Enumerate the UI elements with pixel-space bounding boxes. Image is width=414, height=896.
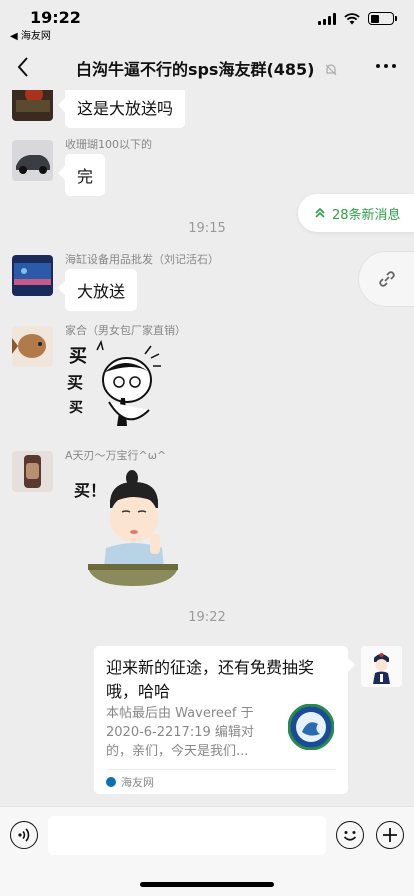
emoji-icon [343, 831, 357, 841]
status-icons [318, 12, 397, 25]
card-divider [106, 769, 336, 770]
double-chevron-up-icon [315, 207, 325, 218]
card-description: 本帖最后由 Wavereef 于 2020-6-2217:19 编辑对的，亲们，… [106, 706, 254, 759]
more-actions-button[interactable] [376, 821, 404, 849]
more-options-icon[interactable] [376, 64, 396, 68]
time-separator: 19:22 [188, 610, 226, 625]
new-messages-indicator[interactable]: 28条新消息 [298, 194, 414, 232]
message-bubble[interactable]: 完 [65, 154, 106, 196]
message-bubble[interactable]: 这是大放送吗 [65, 90, 186, 128]
status-time: 19:22 [30, 8, 81, 27]
battery-icon [368, 12, 397, 25]
sender-name: 海缸设备用品批发（刘记活石） [65, 253, 219, 266]
sender-name: 收珊瑚100以下的 [65, 138, 152, 151]
chat-header: 白沟牛逼不行的sps海友群(485) [0, 44, 414, 90]
message-input[interactable] [48, 816, 326, 855]
source-logo-icon [106, 777, 116, 787]
sender-name: A天刃～万宝行^ω^ [65, 449, 167, 462]
voice-input-button[interactable] [10, 821, 38, 849]
self-avatar[interactable] [361, 646, 402, 687]
sticker-buy-boy[interactable]: 买！ [18, 464, 188, 592]
new-messages-count: 28条新消息 [332, 207, 401, 223]
sticker-text: 买 [69, 400, 83, 416]
card-source-name: 海友网 [121, 776, 154, 789]
link-icon [378, 271, 395, 287]
sticker-text: 买 [69, 346, 87, 367]
link-card[interactable]: 迎来新的征途，还有免费抽奖哦，哈哈 本帖最后由 Wavereef 于 2020-… [94, 646, 348, 794]
floating-link-button[interactable] [358, 251, 414, 307]
plus-icon [383, 828, 397, 842]
status-bar: 19:22 ◀ 海友网 [0, 0, 414, 44]
sender-name: 家合（男女包厂家直销） [65, 324, 186, 337]
chat-title: 白沟牛逼不行的sps海友群(485) [0, 56, 414, 80]
home-indicator [140, 882, 274, 887]
signal-icon [318, 12, 336, 25]
card-thumbnail [288, 704, 334, 750]
card-title: 迎来新的征途，还有免费抽奖哦，哈哈 [106, 658, 315, 701]
chat-title-text: 白沟牛逼不行的sps海友群(485) [75, 60, 315, 79]
sticker-buy[interactable]: 买 买 买 [65, 339, 165, 440]
wifi-icon [344, 12, 360, 24]
sticker-text: 买 [67, 373, 83, 392]
avatar[interactable] [12, 90, 53, 121]
sticker-text: 买！ [74, 481, 106, 500]
message-bubble[interactable]: 大放送 [65, 269, 138, 311]
avatar[interactable] [12, 255, 53, 296]
mute-bell-icon [325, 64, 337, 76]
voice-icon [18, 828, 30, 842]
back-to-app-link[interactable]: ◀ 海友网 [10, 27, 51, 42]
emoji-button[interactable] [336, 821, 364, 849]
avatar[interactable] [12, 140, 53, 181]
avatar[interactable] [12, 326, 53, 367]
card-source: 海友网 [106, 774, 154, 790]
